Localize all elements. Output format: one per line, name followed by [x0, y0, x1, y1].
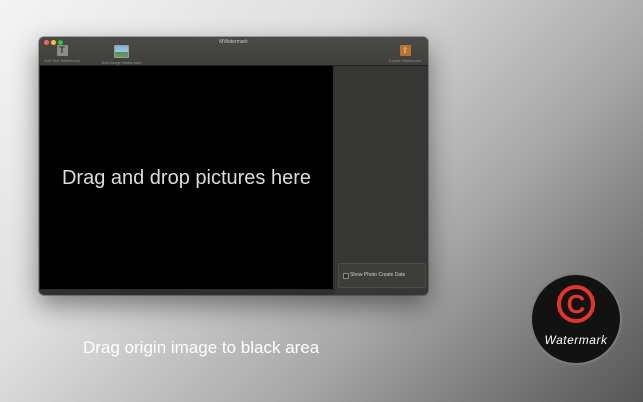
app-logo: C Watermark — [530, 273, 622, 365]
text-watermark-icon: T — [56, 45, 68, 56]
export-watermark-button[interactable]: ⇪ Export Watermark — [385, 45, 425, 63]
image-drop-area[interactable]: Drag and drop pictures here — [40, 66, 333, 289]
drop-hint-text: Drag and drop pictures here — [61, 167, 312, 189]
image-watermark-icon — [114, 45, 129, 58]
export-icon: ⇪ — [399, 45, 411, 56]
instruction-caption: Drag origin image to black area — [83, 338, 320, 357]
add-text-watermark-label: Add Text Watermark — [43, 58, 80, 63]
copyright-icon: C — [557, 285, 595, 323]
export-watermark-label: Export Watermark — [388, 58, 422, 63]
show-create-date-label[interactable]: Show Photo Create Date — [350, 272, 405, 278]
add-image-watermark-label: Add Image Watermark — [101, 60, 142, 65]
logo-text: Watermark — [544, 333, 608, 347]
window-title: MWatermark — [219, 39, 248, 45]
settings-panel: Show Photo Create Date — [335, 66, 428, 295]
add-text-watermark-button[interactable]: T Add Text Watermark — [42, 45, 82, 63]
show-create-date-checkbox[interactable] — [343, 273, 349, 279]
title-bar: MWatermark T Add Text Watermark Add Imag… — [39, 37, 428, 66]
app-window: MWatermark T Add Text Watermark Add Imag… — [39, 37, 428, 295]
date-option-box: Show Photo Create Date — [338, 263, 426, 288]
add-image-watermark-button[interactable]: Add Image Watermark — [99, 45, 144, 65]
